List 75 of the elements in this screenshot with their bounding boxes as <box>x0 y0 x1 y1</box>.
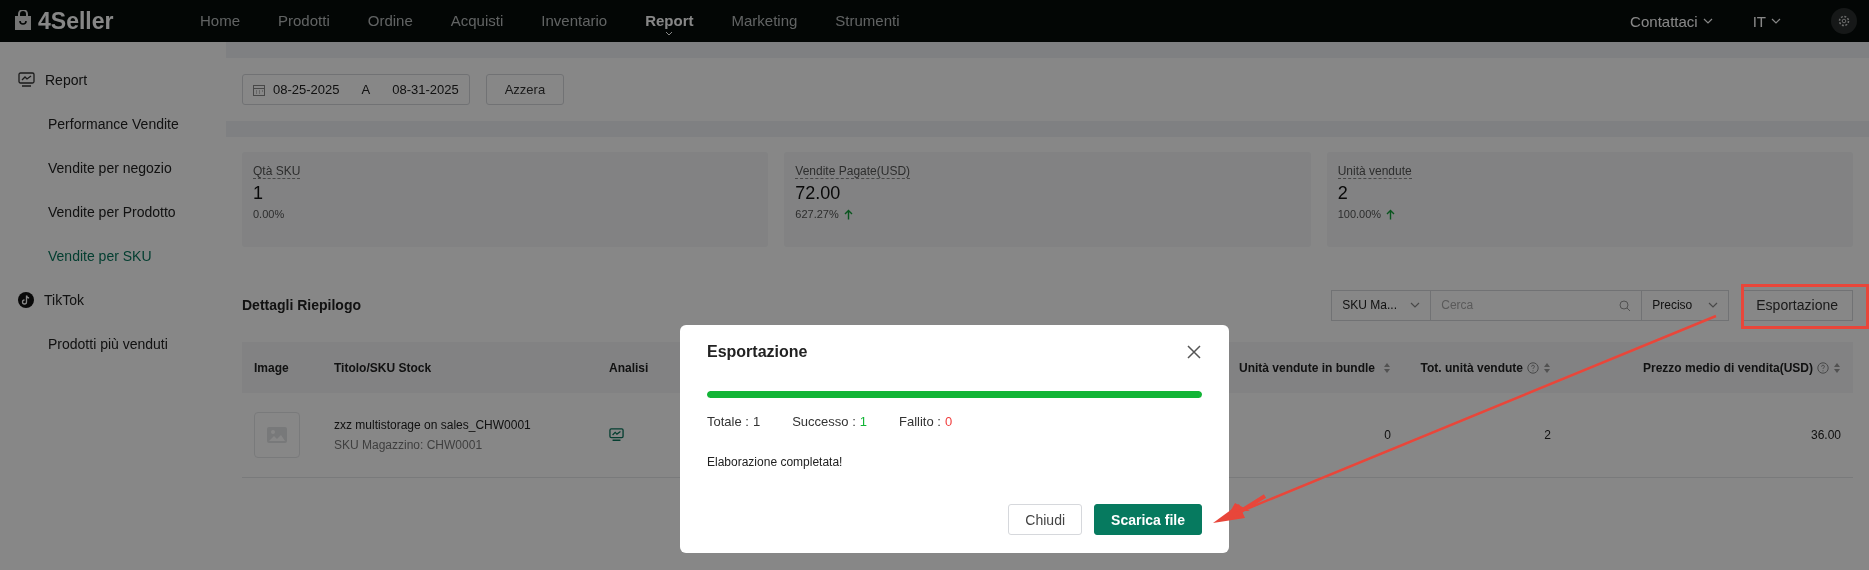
count-value: 0 <box>944 414 953 429</box>
sort-icon[interactable] <box>1833 361 1841 374</box>
table-cell: 2 <box>1403 393 1563 478</box>
search-type-select[interactable]: SKU Ma... <box>1331 289 1432 321</box>
bag-logo-icon <box>12 10 34 32</box>
sidebar-section-title: TikTok <box>44 292 84 308</box>
sidebar-item[interactable]: Prodotti più venduti <box>0 322 226 366</box>
date-range-field[interactable]: 08-25-2025 A 08-31-2025 <box>242 74 470 105</box>
count-value: 1 <box>752 414 761 429</box>
sidebar-item[interactable]: Vendite per SKU <box>0 234 226 278</box>
chart-monitor-icon <box>18 72 35 88</box>
date-separator: A <box>361 82 371 97</box>
column-header: Tot. unità vendute <box>1403 342 1563 393</box>
count-label: Totale : <box>707 414 749 429</box>
chevron-down-icon <box>1410 302 1421 308</box>
dialog-title: Esportazione <box>707 343 808 361</box>
count-label: Fallito : <box>899 414 941 429</box>
stat-label: Unità vendute <box>1337 164 1412 179</box>
chart-monitor-icon[interactable] <box>609 428 624 442</box>
table-cell: 0 <box>1233 393 1403 478</box>
nav-item[interactable]: Acquisti <box>450 12 504 29</box>
chevron-down-icon <box>1708 302 1719 308</box>
sort-icon[interactable] <box>1383 361 1391 374</box>
sort-icon[interactable] <box>1543 361 1551 374</box>
nav-item[interactable]: Strumenti <box>835 12 900 29</box>
chevron-down-icon <box>1702 18 1713 24</box>
export-button[interactable]: Esportazione <box>1741 289 1853 321</box>
table-cell: 36.00 <box>1563 393 1853 478</box>
column-header: Prezzo medio di vendita(USD) <box>1563 342 1853 393</box>
stat-change: 100.00% <box>1337 208 1382 220</box>
sidebar-section-title: Report <box>45 72 88 88</box>
nav-item[interactable]: Home <box>200 12 240 29</box>
status-message: Elaborazione completata! <box>707 455 844 469</box>
count-label: Successo : <box>792 414 856 429</box>
stat-value: 72.00 <box>795 183 841 204</box>
product-title: zxz multistorage on sales_CHW0001 <box>334 418 531 432</box>
sidebar-item[interactable]: Vendite per Prodotto <box>0 190 226 234</box>
start-date: 08-25-2025 <box>273 82 340 97</box>
stat-label: Qtà SKU <box>253 164 301 179</box>
help-icon <box>1817 361 1829 374</box>
settings-button[interactable] <box>1831 8 1857 34</box>
match-select[interactable]: Preciso <box>1641 289 1730 321</box>
settings-icon <box>1837 14 1851 28</box>
language-menu[interactable]: IT <box>1752 12 1781 30</box>
stat-change: 0.00% <box>253 208 285 220</box>
stat-change: 627.27% <box>795 208 839 220</box>
product-sku: SKU Magazzino: CHW0001 <box>334 438 484 452</box>
close-button[interactable] <box>1186 344 1202 360</box>
reset-button[interactable]: Azzera <box>485 74 565 105</box>
help-icon <box>1527 361 1539 374</box>
nav-item[interactable]: Prodotti <box>278 12 330 29</box>
stat-label: Vendite Pagate(USD) <box>795 164 911 179</box>
calendar-icon <box>253 83 265 96</box>
stat-value: 1 <box>253 183 263 204</box>
count-value: 1 <box>859 414 867 429</box>
nav-item[interactable]: Marketing <box>731 12 798 29</box>
search-icon <box>1619 299 1632 312</box>
caret-icon <box>665 31 674 36</box>
contact-menu[interactable]: Contattaci <box>1630 12 1713 30</box>
sidebar-item[interactable]: Performance Vendite <box>0 102 226 146</box>
column-header: Unità vendute in bundle <box>1233 342 1403 393</box>
nav-item[interactable]: Ordine <box>367 12 413 29</box>
sidebar-item[interactable]: Vendite per negozio <box>0 146 226 190</box>
nav-item[interactable]: Report <box>645 12 694 36</box>
logo-text: 4Seller <box>38 7 114 35</box>
section-title: Dettagli Riepilogo <box>242 297 362 313</box>
chevron-down-icon <box>1771 18 1781 24</box>
end-date: 08-31-2025 <box>392 82 459 97</box>
download-button[interactable]: Scarica file <box>1094 504 1202 535</box>
close-dialog-button[interactable]: Chiudi <box>1008 504 1083 535</box>
stat-value: 2 <box>1337 183 1348 204</box>
music-note-icon <box>18 292 34 308</box>
nav-item[interactable]: Inventario <box>541 12 608 29</box>
column-header: Image <box>242 342 322 393</box>
column-header: Titolo/SKU Stock <box>322 342 597 393</box>
